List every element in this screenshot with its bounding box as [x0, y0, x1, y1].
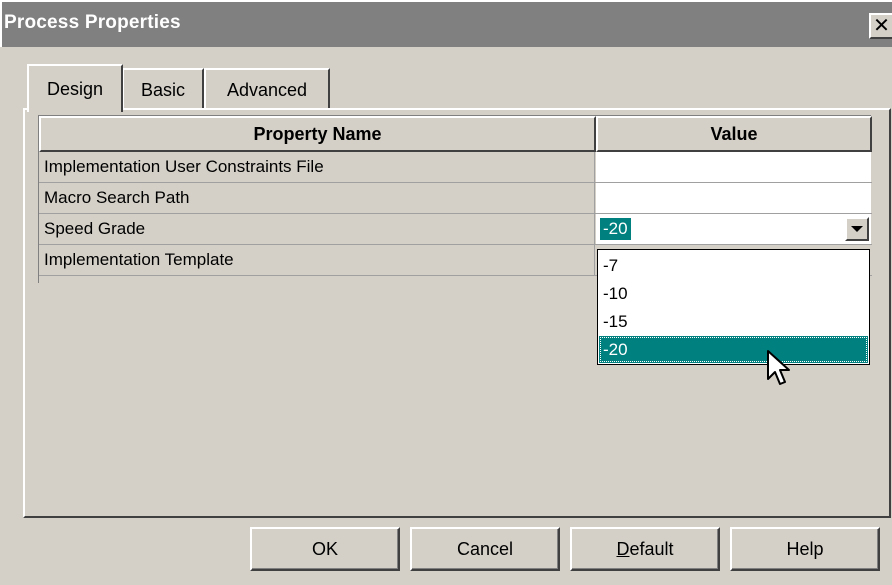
default-label-rest: efault: [629, 538, 674, 559]
dropdown-option[interactable]: -10: [599, 280, 868, 307]
ok-button[interactable]: OK: [250, 527, 400, 571]
table-row[interactable]: Implementation User Constraints File: [39, 152, 872, 183]
tab-basic[interactable]: Basic: [122, 68, 204, 110]
property-name-cell: Macro Search Path: [39, 183, 595, 213]
cancel-button[interactable]: Cancel: [410, 527, 560, 571]
speed-grade-combobox[interactable]: -20: [596, 214, 871, 244]
tab-design-label: Design: [46, 78, 104, 99]
table-row[interactable]: Macro Search Path: [39, 183, 872, 214]
tab-advanced[interactable]: Advanced: [204, 68, 330, 110]
default-button-label: Default: [616, 539, 673, 560]
property-value-cell[interactable]: [596, 152, 871, 182]
mouse-pointer-icon: [767, 350, 790, 385]
cancel-button-label: Cancel: [456, 538, 514, 559]
speed-grade-selected-value: -20: [600, 218, 631, 240]
title-bar: Process Properties ✕: [0, 0, 892, 47]
tab-basic-label: Basic: [140, 79, 185, 100]
process-properties-dialog: Process Properties ✕ Design Basic Advanc…: [0, 0, 892, 585]
property-name-cell: Speed Grade: [39, 214, 595, 244]
property-name-cell: Implementation User Constraints File: [39, 152, 595, 182]
column-header-value[interactable]: Value: [596, 116, 872, 152]
column-header-label: Property Name: [253, 123, 382, 144]
dropdown-option-selected[interactable]: -20: [599, 336, 868, 363]
property-value-cell[interactable]: [596, 183, 871, 213]
close-icon: ✕: [873, 15, 890, 37]
ok-button-label: OK: [311, 538, 338, 559]
tab-advanced-label: Advanced: [226, 79, 308, 100]
default-mnemonic: D: [616, 538, 630, 559]
chevron-down-icon: [851, 226, 863, 232]
default-button[interactable]: Default: [570, 527, 720, 571]
help-button[interactable]: Help: [730, 527, 880, 571]
dropdown-option[interactable]: -7: [599, 252, 868, 279]
dropdown-button[interactable]: [845, 217, 869, 241]
close-button[interactable]: ✕: [869, 13, 892, 39]
dropdown-option[interactable]: -15: [599, 308, 868, 335]
tab-design[interactable]: Design: [27, 64, 123, 112]
table-row[interactable]: Speed Grade -20: [39, 214, 872, 245]
property-name-cell: Implementation Template: [39, 245, 595, 275]
column-header-property-name[interactable]: Property Name: [39, 116, 596, 152]
column-header-label: Value: [710, 123, 758, 144]
dialog-title: Process Properties: [4, 12, 181, 33]
speed-grade-dropdown-list: -7 -10 -15 -20: [597, 249, 870, 365]
help-button-label: Help: [786, 538, 824, 559]
